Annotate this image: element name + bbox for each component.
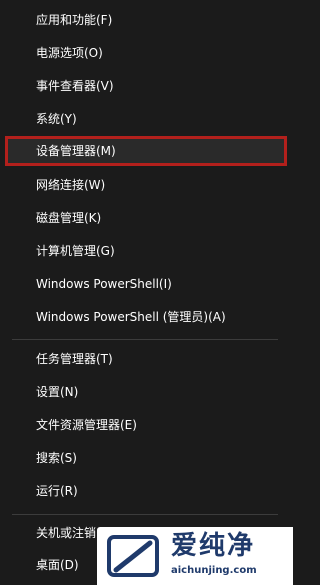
menu-item-settings[interactable]: 设置(N) — [5, 377, 287, 407]
menu-item-apps-features[interactable]: 应用和功能(F) — [5, 5, 287, 35]
menu-item-file-explorer[interactable]: 文件资源管理器(E) — [5, 410, 287, 440]
menu-item-device-manager[interactable]: 设备管理器(M) — [5, 136, 287, 166]
menu-item-system[interactable]: 系统(Y) — [5, 104, 287, 134]
menu-item-event-viewer[interactable]: 事件查看器(V) — [5, 71, 287, 101]
menu-divider — [12, 514, 278, 515]
watermark-title: 爱纯净 — [171, 531, 256, 561]
winx-context-menu: 应用和功能(F) 电源选项(O) 事件查看器(V) 系统(Y) 设备管理器(M)… — [0, 0, 293, 585]
menu-item-search[interactable]: 搜索(S) — [5, 443, 287, 473]
menu-item-network-connections[interactable]: 网络连接(W) — [5, 170, 287, 200]
menu-item-powershell[interactable]: Windows PowerShell(I) — [5, 269, 287, 299]
menu-divider — [12, 339, 278, 340]
menu-item-computer-management[interactable]: 计算机管理(G) — [5, 236, 287, 266]
menu-item-disk-management[interactable]: 磁盘管理(K) — [5, 203, 287, 233]
aichunjing-logo-icon — [107, 535, 159, 577]
menu-item-powershell-admin[interactable]: Windows PowerShell (管理员)(A) — [5, 302, 287, 332]
menu-item-power-options[interactable]: 电源选项(O) — [5, 38, 287, 68]
watermark-url: aichunjing.com — [171, 565, 257, 576]
watermark: 爱纯净 aichunjing.com — [97, 527, 293, 585]
menu-item-run[interactable]: 运行(R) — [5, 476, 287, 506]
menu-item-task-manager[interactable]: 任务管理器(T) — [5, 344, 287, 374]
